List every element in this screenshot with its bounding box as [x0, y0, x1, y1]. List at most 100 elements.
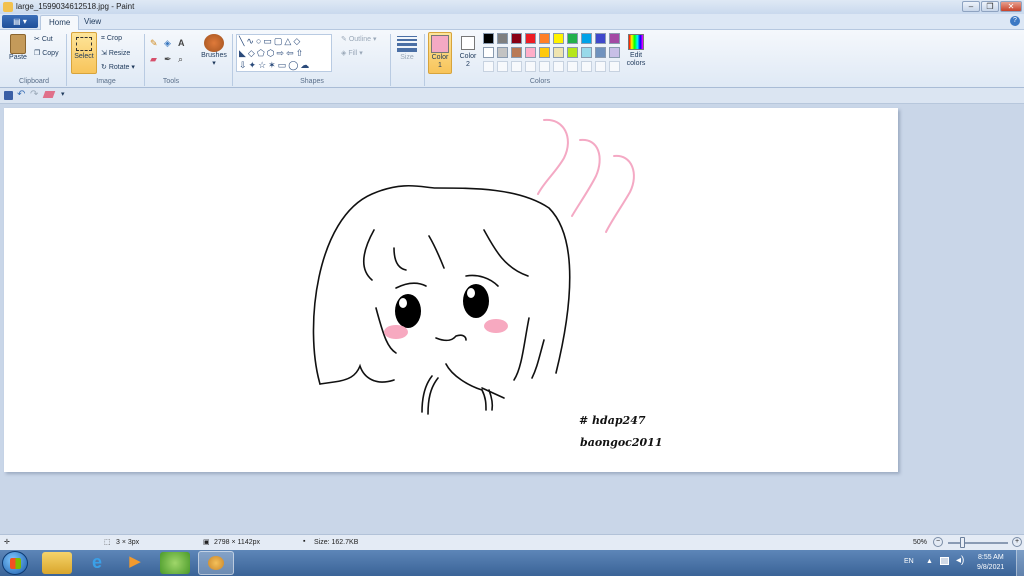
customize-dropdown-icon[interactable]: ▾	[61, 90, 65, 98]
palette-swatch[interactable]	[595, 33, 606, 44]
palette-icon	[208, 556, 224, 570]
palette-swatch[interactable]	[567, 61, 578, 72]
palette-swatch[interactable]	[553, 61, 564, 72]
app-taskbar-icon[interactable]	[160, 552, 190, 574]
separator	[424, 34, 425, 86]
selection-size-icon: ⬚	[104, 539, 111, 546]
palette-swatch[interactable]	[525, 33, 536, 44]
palette-swatch[interactable]	[553, 47, 564, 58]
palette-swatch[interactable]	[483, 33, 494, 44]
color-picker-icon[interactable]: ✒	[164, 54, 172, 65]
palette-swatch[interactable]	[567, 47, 578, 58]
show-desktop-button[interactable]	[1016, 550, 1024, 576]
palette-swatch[interactable]	[497, 33, 508, 44]
image-dimensions: 2798 × 1142px	[214, 539, 260, 546]
select-rectangle-icon	[76, 37, 92, 51]
palette-swatch[interactable]	[595, 61, 606, 72]
palette-swatch[interactable]	[581, 47, 592, 58]
help-icon[interactable]: ?	[1010, 16, 1020, 26]
palette-swatch[interactable]	[525, 61, 536, 72]
eraser-icon[interactable]: ▰	[150, 54, 157, 65]
resize-button[interactable]: ⇲ Resize	[101, 49, 130, 57]
palette-swatch[interactable]	[553, 33, 564, 44]
redo-icon[interactable]: ↷	[30, 89, 38, 100]
select-button[interactable]: Select	[71, 32, 97, 74]
paste-button[interactable]: Paste	[6, 34, 30, 70]
color1-swatch	[431, 35, 449, 53]
clock-time[interactable]: 8:55 AM	[978, 554, 1004, 561]
zoom-in-button[interactable]: +	[1012, 537, 1022, 547]
palette-swatch[interactable]	[581, 33, 592, 44]
palette-swatch[interactable]	[497, 61, 508, 72]
minimize-button[interactable]: –	[962, 1, 980, 12]
palette-swatch[interactable]	[609, 47, 620, 58]
paint-taskbar-icon[interactable]	[198, 551, 234, 575]
clock-date[interactable]: 9/8/2021	[977, 564, 1004, 571]
signature-line-2: baongoc2011	[580, 436, 663, 449]
language-indicator[interactable]: EN	[904, 558, 914, 565]
palette-swatch[interactable]	[497, 47, 508, 58]
zoom-out-button[interactable]: −	[933, 537, 943, 547]
volume-icon[interactable]: ◂)	[956, 555, 964, 566]
cut-label: Cut	[41, 36, 53, 43]
undo-icon[interactable]: ↶	[17, 89, 25, 100]
palette-swatch[interactable]	[483, 47, 494, 58]
palette-swatch[interactable]	[609, 33, 620, 44]
palette-swatch[interactable]	[609, 61, 620, 72]
palette-swatch[interactable]	[595, 47, 606, 58]
explorer-taskbar-icon[interactable]	[42, 552, 72, 574]
zoom-slider-thumb[interactable]	[960, 537, 965, 548]
media-player-taskbar-icon[interactable]: ▶	[120, 552, 150, 574]
fill-button[interactable]: ◈ Fill ▾	[341, 49, 363, 57]
show-hidden-icons-icon[interactable]: ▲	[926, 558, 933, 565]
pencil-icon[interactable]: ✎	[150, 38, 158, 49]
drawing-canvas[interactable]: # hdap247 baongoc2011	[4, 108, 898, 472]
crop-button[interactable]: ⌗ Crop	[101, 35, 122, 43]
save-icon[interactable]	[4, 91, 13, 100]
copy-button[interactable]: ❐ Copy	[34, 49, 59, 57]
crop-icon: ⌗	[101, 35, 105, 42]
zoom-slider-track[interactable]	[948, 542, 1008, 544]
cut-button[interactable]: ✂ Cut	[34, 35, 53, 43]
maximize-button[interactable]: ❐	[981, 1, 999, 12]
tab-view[interactable]: View	[76, 15, 109, 30]
palette-swatch[interactable]	[483, 61, 494, 72]
color1-label: Color 1	[431, 54, 449, 69]
file-menu-button[interactable]: ▤ ▾	[2, 15, 38, 28]
palette-swatch[interactable]	[511, 61, 522, 72]
palette-swatch[interactable]	[511, 47, 522, 58]
network-icon[interactable]	[940, 557, 949, 565]
fill-bucket-icon[interactable]: ◈	[164, 38, 171, 49]
shapes-gallery[interactable]: ╲∿○▭▢△◇ ◣◇⬠⬡⇨⇦⇧ ⇩✦☆✶▭◯☁	[236, 34, 332, 72]
signature-line-1: # hdap247	[579, 414, 646, 427]
text-icon[interactable]: A	[178, 38, 185, 48]
palette-swatch[interactable]	[539, 47, 550, 58]
eraser-icon[interactable]	[42, 91, 56, 98]
palette-swatch[interactable]	[539, 33, 550, 44]
menu-icon: ▤ ▾	[13, 17, 27, 26]
rotate-button[interactable]: ↻ Rotate ▾	[101, 63, 135, 71]
tools-group-label: Tools	[162, 78, 180, 85]
palette-swatch[interactable]	[581, 61, 592, 72]
start-button[interactable]	[2, 551, 28, 575]
palette-swatch[interactable]	[525, 47, 536, 58]
color2-swatch	[461, 36, 475, 50]
palette-swatch[interactable]	[539, 61, 550, 72]
tab-home[interactable]: Home	[40, 15, 80, 30]
line-size-icon	[397, 36, 417, 52]
color1-button[interactable]: Color 1	[428, 32, 452, 74]
edit-colors-button[interactable]: Edit colors	[624, 34, 648, 74]
palette-swatch[interactable]	[511, 33, 522, 44]
internet-explorer-taskbar-icon[interactable]: e	[82, 552, 112, 574]
resize-label: Resize	[108, 50, 131, 57]
outline-button[interactable]: ✎ Outline ▾	[341, 35, 376, 43]
title-bar: large_1599034612518.jpg - Paint – ❐ ✕	[0, 0, 1024, 14]
palette-swatch[interactable]	[567, 33, 578, 44]
crop-label: Crop	[106, 35, 123, 42]
size-button[interactable]: Size	[396, 34, 418, 74]
close-button[interactable]: ✕	[1000, 1, 1022, 12]
fill-label: Fill	[348, 50, 358, 57]
brushes-button[interactable]: Brushes ▾	[200, 34, 228, 74]
color2-button[interactable]: Color 2	[456, 32, 480, 74]
magnifier-icon[interactable]: ⌕	[178, 54, 183, 65]
